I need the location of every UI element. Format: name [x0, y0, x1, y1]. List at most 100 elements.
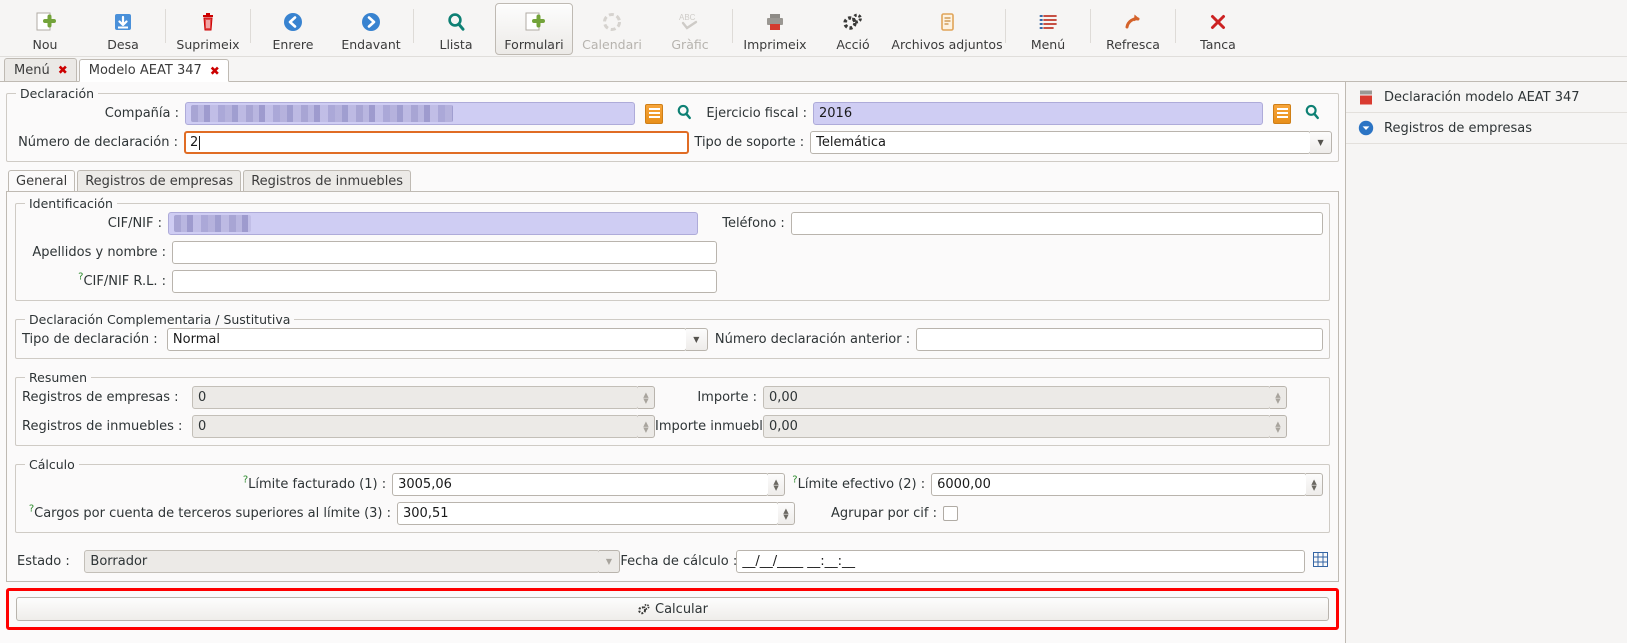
toolbar-button-llista[interactable]: Llista [417, 3, 495, 55]
estado-chevron-down-icon[interactable]: ▼ [598, 550, 621, 573]
limite-efectivo-input[interactable]: 6000,00 [931, 473, 1308, 496]
close-icon[interactable]: ✖ [210, 64, 220, 78]
importe-input[interactable]: 0,00 [763, 386, 1271, 409]
estado-select[interactable]: Borrador [84, 550, 600, 573]
agrupar-por-cif-checkbox[interactable] [943, 506, 958, 521]
registros-inmuebles-stepper[interactable]: ▲ ▼ [638, 415, 655, 438]
fecha-calculo-label: Fecha de cálculo : [620, 554, 738, 569]
compania-row: Compañía : Ejercicio fiscal : 2016 [13, 102, 1332, 125]
resumen-fieldset: Resumen Registros de empresas : 0 ▲ ▼ Imp… [15, 370, 1330, 446]
cargos-input[interactable]: 300,51 [397, 502, 779, 525]
compania-input[interactable] [185, 102, 635, 125]
numero-declaracion-value: 2 [189, 135, 199, 150]
registros-empresas-row: Registros de empresas : 0 ▲ ▼ Importe : 0… [22, 386, 1323, 409]
toolbar-button-endavant[interactable]: Endavant [332, 3, 410, 55]
ejercicio-search-icon[interactable] [1303, 103, 1321, 125]
cif-nif-row: CIF/NIF : Teléfono : [22, 212, 1323, 235]
importe-inmuebles-label: Importe inmuebles : [655, 419, 787, 434]
registros-empresas-stepper[interactable]: ▲ ▼ [638, 386, 655, 409]
tab-registros-de-empresas[interactable]: Registros de empresas [77, 170, 242, 191]
save-download-icon [112, 9, 134, 34]
toolbar-button-accio[interactable]: Acció [814, 3, 892, 55]
apellidos-input[interactable] [172, 241, 717, 264]
tab-label: General [16, 173, 68, 189]
tab-registros-de-inmuebles[interactable]: Registros de inmuebles [243, 170, 412, 191]
arrow-forward-icon [360, 9, 382, 34]
importe-inmuebles-input[interactable]: 0,00 [763, 415, 1271, 438]
cif-nif-input[interactable] [168, 212, 699, 235]
limite-facturado-stepper[interactable]: ▲ ▼ [768, 473, 785, 496]
window-tab-menu[interactable]: Menú ✖ [4, 58, 77, 81]
toolbar-label: Menú [1030, 37, 1066, 52]
cargos-label: ?Cargos por cuenta de terceros superiore… [22, 504, 397, 521]
toolbar-label: Tanca [1200, 37, 1236, 52]
calcular-button[interactable]: Calcular [16, 597, 1329, 621]
toolbar-button-calendari: Calendari [573, 3, 651, 55]
sidebar-item-declaracion-modelo-aeat-347[interactable]: Declaración modelo AEAT 347 [1346, 82, 1627, 113]
toolbar-button-imprimeix[interactable]: Imprimeix [736, 3, 814, 55]
window-tab-bar: Menú ✖ Modelo AEAT 347 ✖ [0, 57, 1627, 82]
down-arrow-icon: ▼ [773, 483, 779, 492]
sidebar-pane: Declaración modelo AEAT 347 Registros de… [1345, 82, 1627, 643]
limite-facturado-input[interactable]: 3005,06 [392, 473, 770, 496]
down-arrow-icon: ▼ [1311, 483, 1317, 492]
fecha-calculo-input[interactable]: __/__/____ __:__:__ [736, 550, 1306, 573]
toolbar-button-archivos-adjuntos[interactable]: Archivos adjuntos [891, 3, 1003, 55]
refresh-arrow-icon [1122, 9, 1144, 34]
calendar-icon [601, 9, 623, 34]
estado-fecha-row: Estado : Borrador ▼ Fecha de cálculo : _… [17, 550, 1328, 573]
toolbar-button-refresca[interactable]: Refresca [1094, 3, 1172, 55]
telefono-label: Teléfono : [722, 216, 785, 231]
toolbar-button-nou[interactable]: Nou [6, 3, 84, 55]
calculo-fieldset: Cálculo ?Límite facturado (1) : 3005,06 … [15, 457, 1330, 533]
toolbar-separator [413, 9, 414, 43]
telefono-input[interactable] [790, 212, 1323, 235]
cargos-row: ?Cargos por cuenta de terceros superiore… [22, 502, 1323, 525]
grid-picker-icon[interactable] [1312, 552, 1328, 571]
toolbar-button-formulari[interactable]: Formulari [495, 3, 573, 55]
toolbar-button-desa[interactable]: Desa [84, 3, 162, 55]
registros-inmuebles-label: Registros de inmuebles : [22, 419, 183, 434]
arrow-back-icon [282, 9, 304, 34]
tipo-soporte-chevron-down-icon[interactable]: ▼ [1310, 131, 1332, 154]
window-tab-modelo-aeat-347[interactable]: Modelo AEAT 347 ✖ [78, 59, 229, 82]
new-document-plus-icon [34, 9, 56, 34]
numero-declaracion-anterior-input[interactable] [916, 328, 1323, 351]
toolbar-button-tanca[interactable]: Tanca [1179, 3, 1257, 55]
compania-open-icon[interactable] [645, 103, 663, 124]
redacted-value [174, 215, 252, 232]
gears-calc-icon [637, 602, 651, 616]
toolbar-button-menu[interactable]: Menú [1009, 3, 1087, 55]
numero-declaracion-input[interactable]: 2 [183, 131, 689, 154]
compania-search-icon[interactable] [675, 103, 693, 125]
ejercicio-open-icon[interactable] [1273, 103, 1291, 124]
limite-efectivo-label: ?Límite efectivo (2) : [785, 475, 931, 492]
toolbar-label: Imprimeix [743, 37, 807, 52]
sidebar-item-registros-de-empresas[interactable]: Registros de empresas [1346, 113, 1627, 144]
sidebar-item-label: Registros de empresas [1384, 120, 1532, 136]
search-list-icon [445, 9, 467, 34]
declaracion-legend: Declaración [16, 86, 99, 101]
svg-text:ABC: ABC [679, 13, 696, 22]
tipo-declaracion-chevron-down-icon[interactable]: ▼ [685, 328, 708, 351]
limite-efectivo-stepper[interactable]: ▲ ▼ [1306, 473, 1323, 496]
toolbar-button-suprimeix[interactable]: Suprimeix [169, 3, 247, 55]
cargos-stepper[interactable]: ▲ ▼ [778, 502, 795, 525]
cif-nif-label: CIF/NIF : [107, 216, 163, 231]
limites-row: ?Límite facturado (1) : 3005,06 ▲ ▼ ?Lími… [22, 473, 1323, 496]
cif-nif-rl-input[interactable] [172, 270, 717, 293]
registros-inmuebles-input[interactable]: 0 [192, 415, 639, 438]
tipo-soporte-input[interactable]: Telemática [810, 131, 1312, 154]
tipo-declaracion-select[interactable]: Normal [166, 328, 687, 351]
ejercicio-fiscal-input[interactable]: 2016 [813, 102, 1263, 125]
importe-stepper[interactable]: ▲ ▼ [1270, 386, 1287, 409]
estado-label: Estado : [17, 554, 70, 569]
tipo-declaracion-label: Tipo de declaración : [22, 332, 158, 347]
toolbar-button-enrere[interactable]: Enrere [254, 3, 332, 55]
importe-inmuebles-stepper[interactable]: ▲ ▼ [1270, 415, 1287, 438]
trash-delete-icon [197, 9, 219, 34]
close-icon[interactable]: ✖ [58, 63, 68, 77]
ejercicio-label: Ejercicio fiscal : [706, 106, 807, 121]
registros-empresas-input[interactable]: 0 [192, 386, 639, 409]
tab-general[interactable]: General [8, 170, 76, 191]
